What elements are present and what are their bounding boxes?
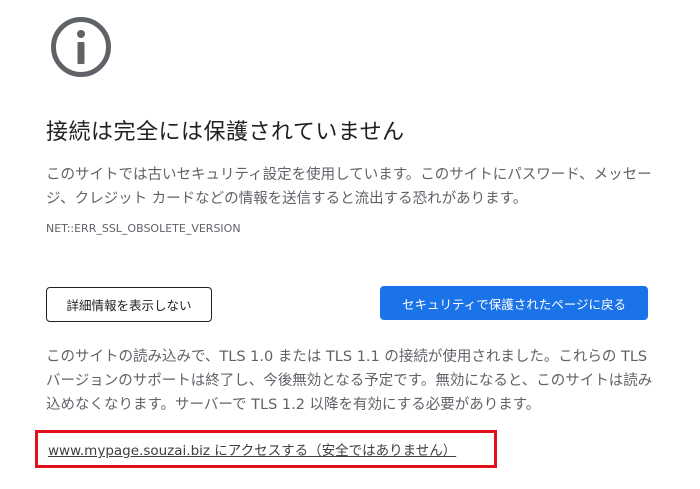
hide-details-button[interactable]: 詳細情報を表示しない	[46, 287, 212, 322]
info-icon	[49, 15, 113, 79]
back-to-safety-button[interactable]: セキュリティで保護されたページに戻る	[380, 286, 648, 320]
page-title: 接続は完全には保護されていません	[46, 120, 405, 145]
proceed-unsafe-link[interactable]: www.mypage.souzai.biz にアクセスする（安全ではありません）	[48, 439, 456, 459]
error-code: NET::ERR_SSL_OBSOLETE_VERSION	[46, 222, 241, 235]
details-text: このサイトの読み込みで、TLS 1.0 または TLS 1.1 の接続が使用され…	[46, 349, 653, 413]
security-description: このサイトでは古いセキュリティ設定を使用しています。このサイトにパスワード、メッ…	[46, 167, 652, 207]
